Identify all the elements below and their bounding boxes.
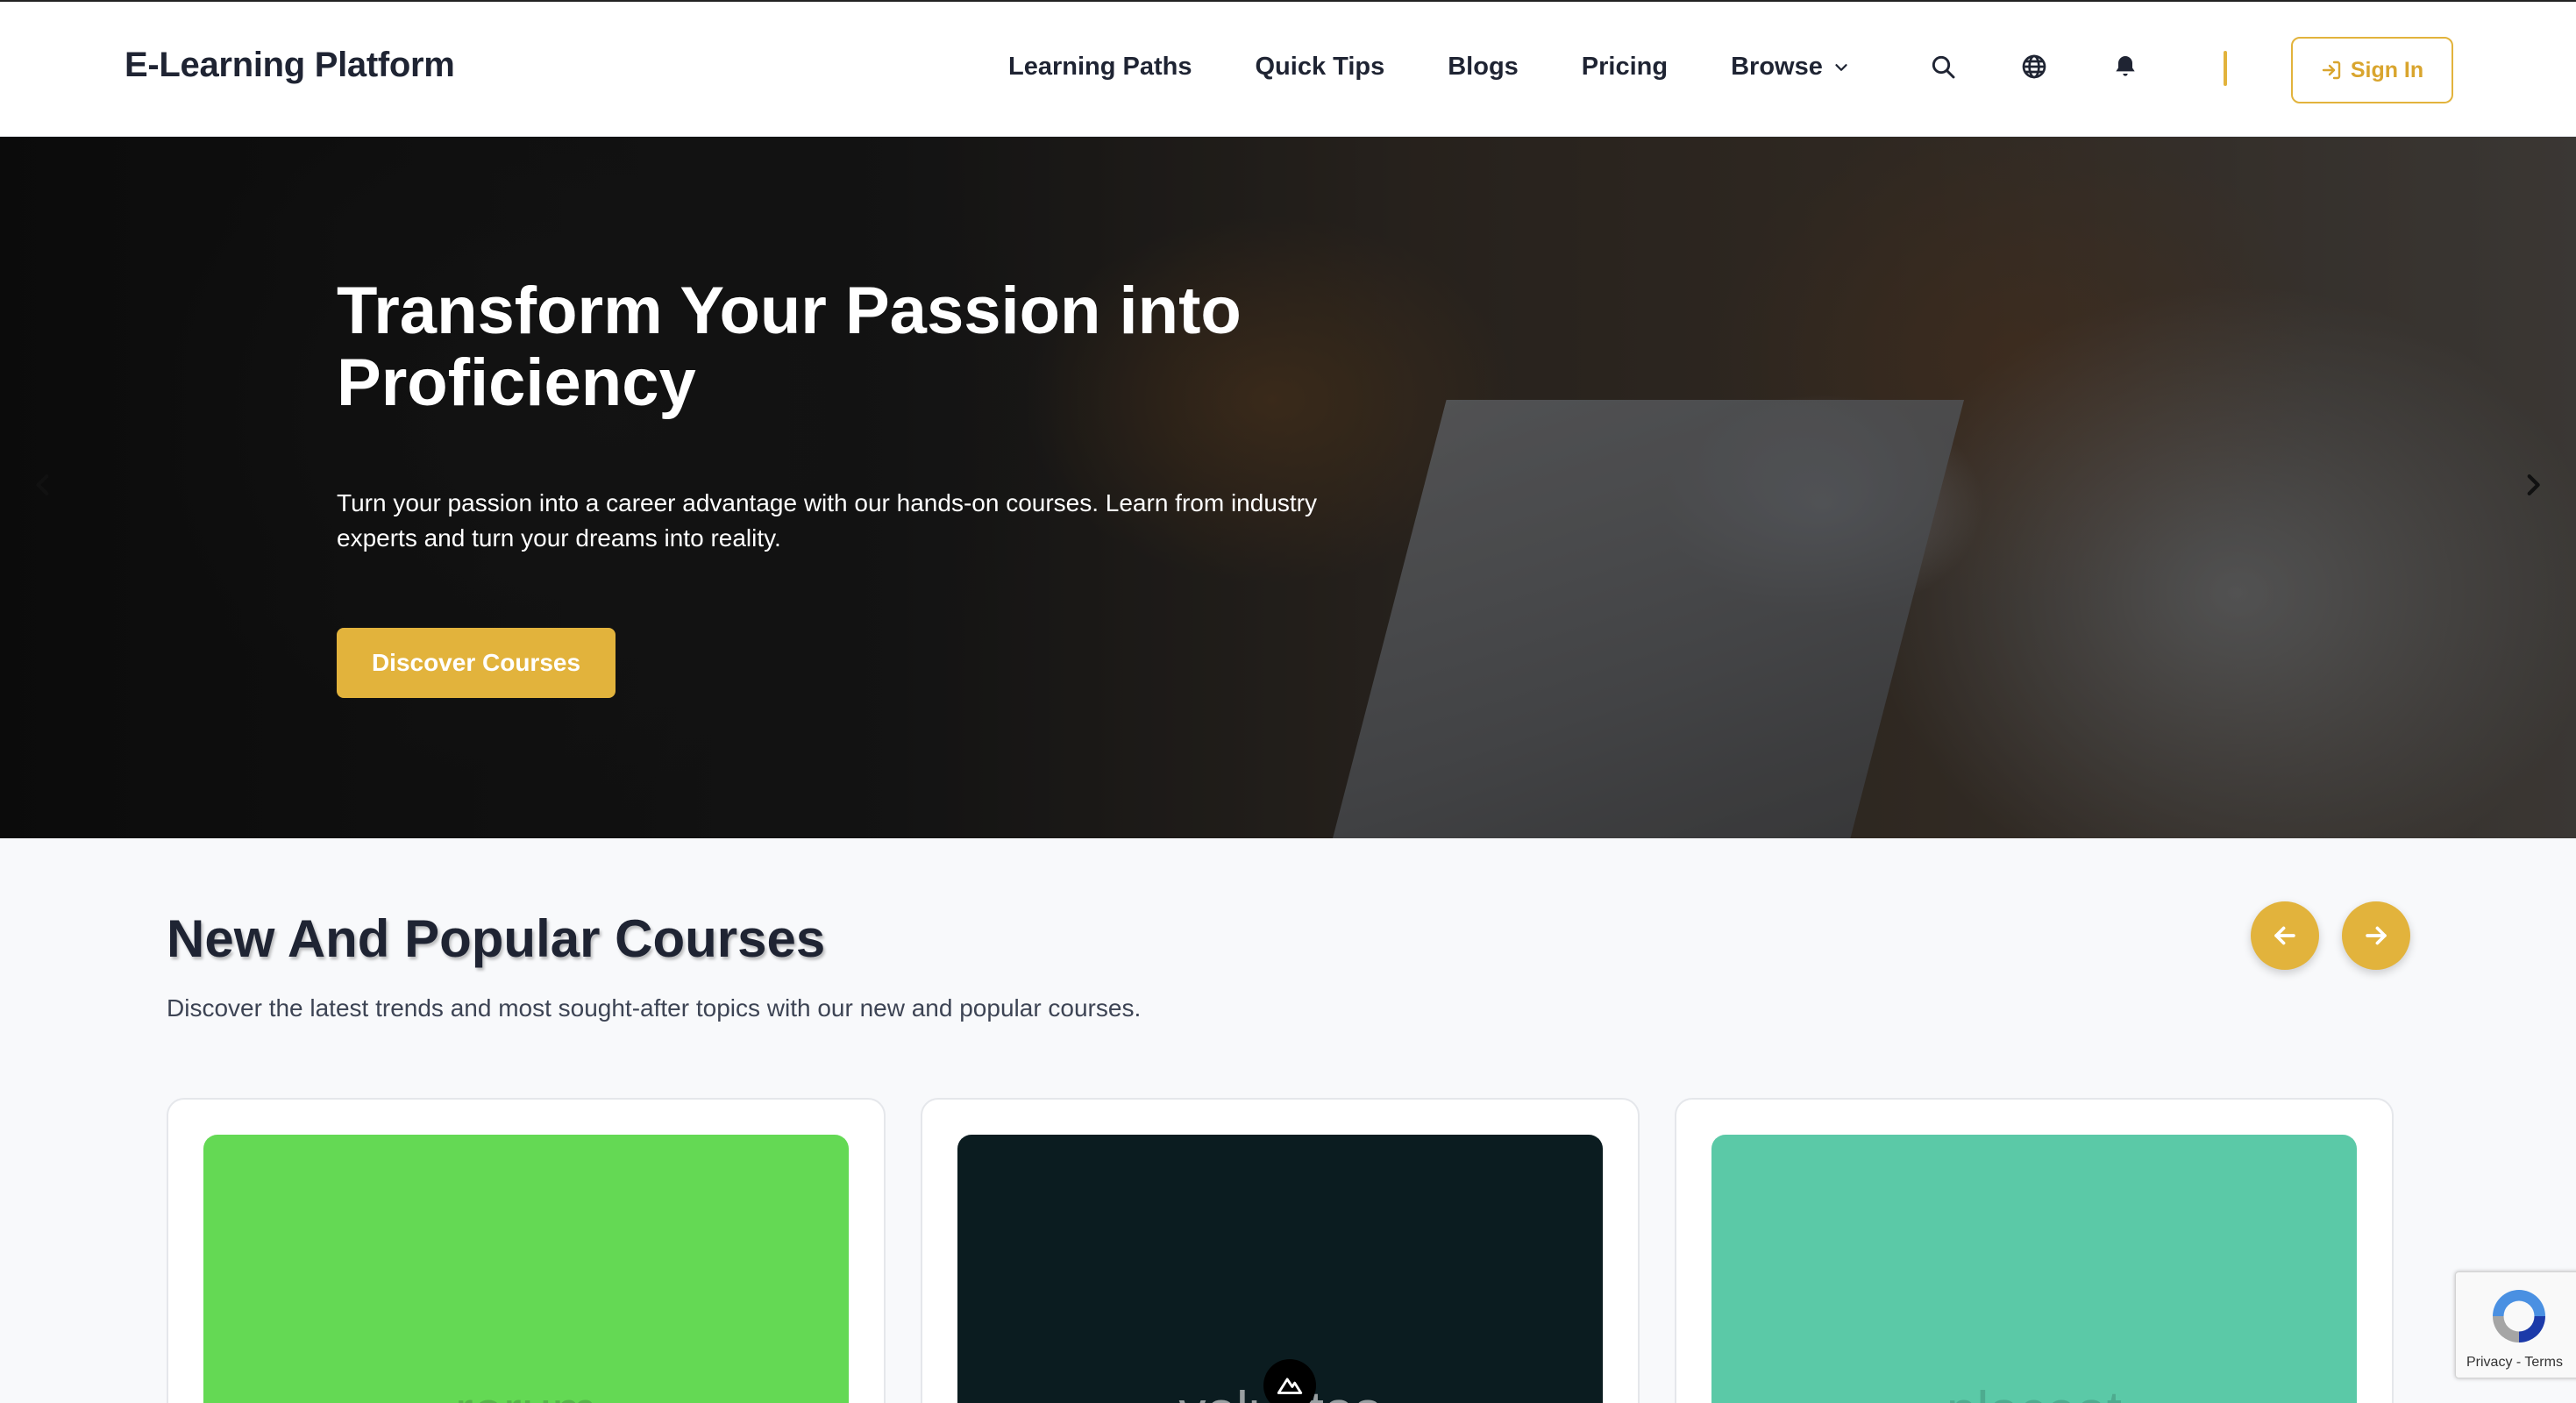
mountain-icon <box>1277 1378 1303 1394</box>
bell-icon <box>2116 56 2135 76</box>
nav-quick-tips[interactable]: Quick Tips <box>1256 53 1385 82</box>
course-card[interactable]: rerum <box>167 1098 886 1403</box>
nav-label: Blogs <box>1448 53 1519 81</box>
nav-learning-paths[interactable]: Learning Paths <box>1008 53 1192 82</box>
nav-label: Learning Paths <box>1008 53 1192 81</box>
chevron-down-icon <box>1835 63 1847 71</box>
recaptcha-separator: - <box>2512 1355 2525 1370</box>
hero-subtitle: Turn your passion into a career advantag… <box>337 489 1318 552</box>
notifications-button[interactable] <box>2110 51 2141 82</box>
nav-label: Pricing <box>1581 53 1669 81</box>
recaptcha-icon <box>2493 1290 2545 1342</box>
recaptcha-privacy-link[interactable]: Privacy <box>2466 1355 2512 1370</box>
courses-prev-button[interactable] <box>2251 901 2319 970</box>
courses-section-title: New And Popular Courses <box>167 909 826 968</box>
recaptcha-terms-link[interactable]: Terms <box>2524 1355 2563 1370</box>
site-header: E-Learning Platform Learning Paths Quick… <box>0 0 2576 137</box>
course-thumbnail: placeat <box>1711 1135 2357 1403</box>
sign-in-icon <box>2322 61 2341 80</box>
arrow-right-icon <box>2366 926 2387 945</box>
course-card[interactable]: voluptas <box>921 1098 1640 1403</box>
nav-browse-dropdown[interactable]: Browse <box>1731 53 1851 82</box>
hero-next-button[interactable] <box>2511 463 2555 507</box>
nav-pricing[interactable]: Pricing <box>1582 53 1668 82</box>
course-thumbnail: rerum <box>203 1135 849 1403</box>
recaptcha-badge: Privacy - Terms <box>2455 1271 2576 1378</box>
chevron-right-icon <box>2527 474 2540 496</box>
nav-label: Quick Tips <box>1255 53 1385 81</box>
search-button[interactable] <box>1927 51 1959 82</box>
nav-label: Browse <box>1731 53 1823 81</box>
main-nav: Learning Paths Quick Tips Blogs Pricing … <box>1008 53 1851 82</box>
language-button[interactable] <box>2018 51 2050 82</box>
nav-blogs[interactable]: Blogs <box>1448 53 1519 82</box>
hero-prev-button[interactable] <box>21 463 65 507</box>
sign-in-button[interactable]: Sign In <box>2291 37 2453 103</box>
hero-banner: Transform Your Passion into Proficiency … <box>0 137 2576 838</box>
arrow-left-icon <box>2274 926 2295 945</box>
courses-next-button[interactable] <box>2342 901 2410 970</box>
sign-in-label: Sign In <box>2350 57 2424 82</box>
header-divider <box>2224 51 2227 86</box>
chevron-left-icon <box>36 474 49 496</box>
search-icon <box>1932 55 1955 79</box>
courses-section-subtitle: Discover the latest trends and most soug… <box>167 994 1142 1022</box>
hero-title: Transform Your Passion into Proficiency <box>337 274 1242 420</box>
course-card[interactable]: placeat <box>1675 1098 2394 1403</box>
recaptcha-links: Privacy - Terms <box>2466 1355 2563 1371</box>
globe-icon <box>2022 54 2046 79</box>
discover-courses-button[interactable]: Discover Courses <box>337 628 616 698</box>
course-thumbnail-label: rerum <box>455 1380 597 1403</box>
course-thumbnail-label: placeat <box>1946 1380 2122 1403</box>
brand-logo-text[interactable]: E-Learning Platform <box>125 46 455 85</box>
